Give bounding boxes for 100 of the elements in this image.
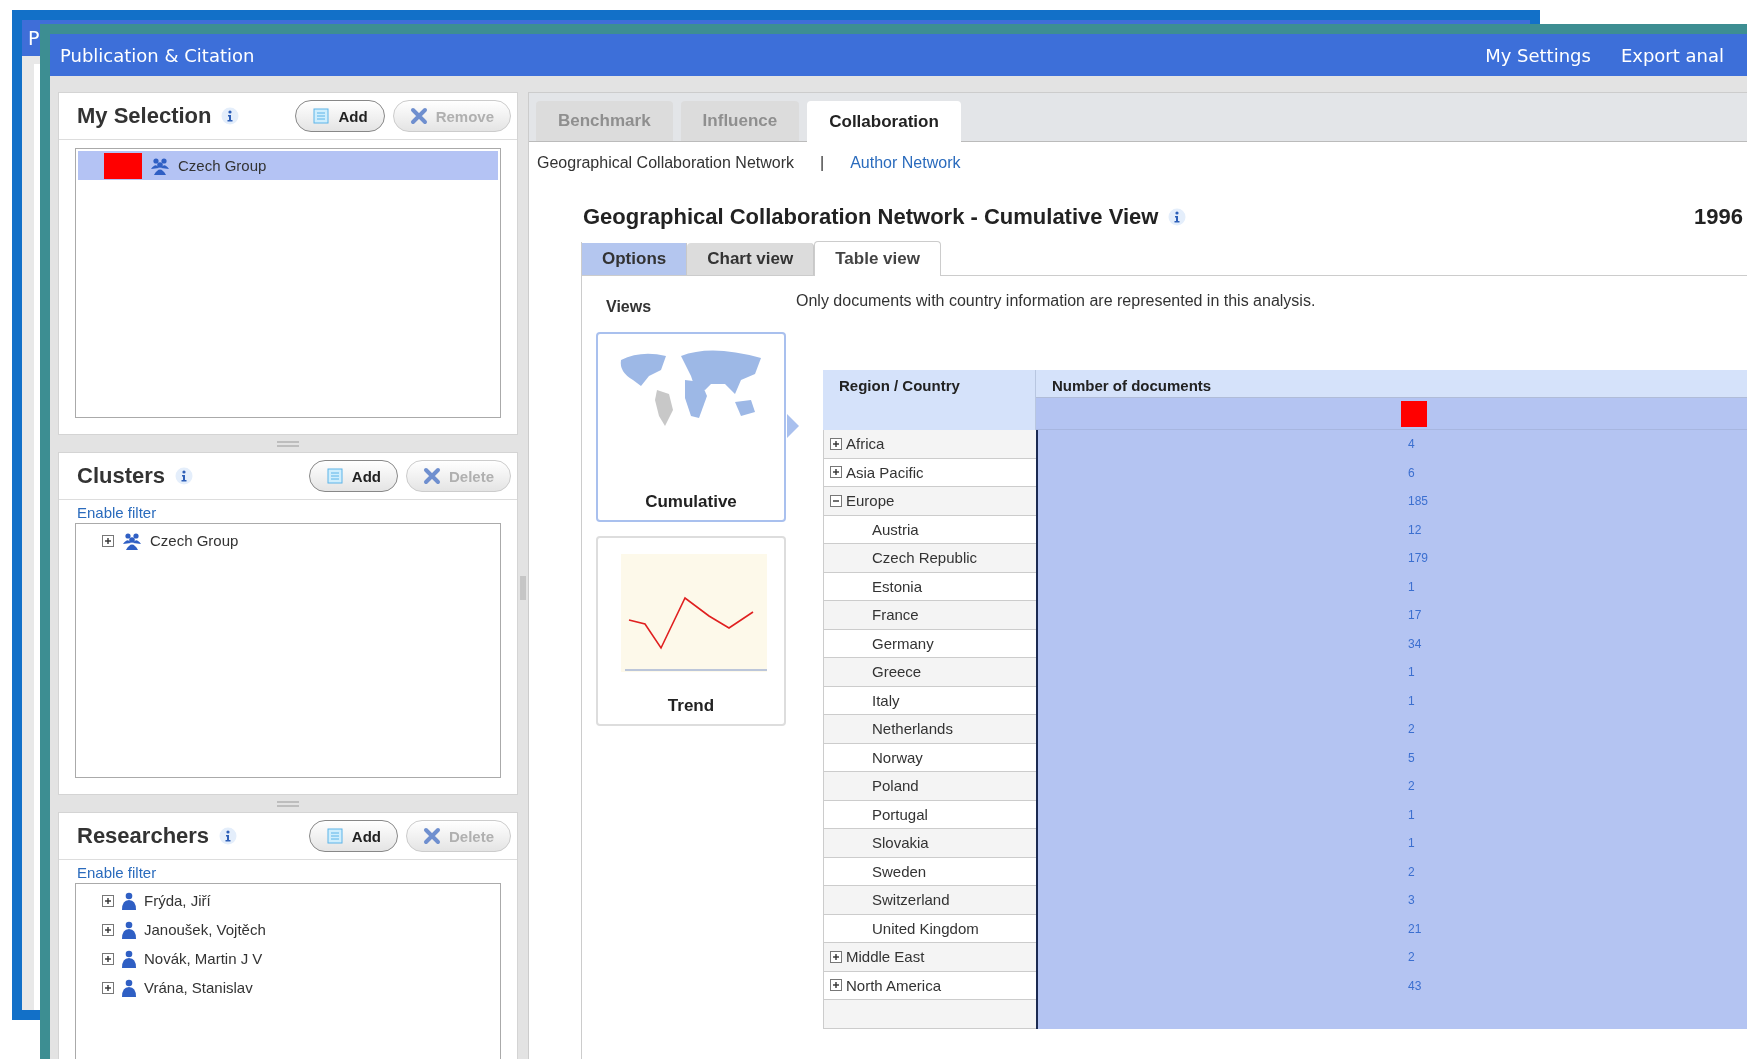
list-item[interactable]: Frýda, Jiří <box>78 886 498 915</box>
panel-title: Researchers <box>77 823 210 849</box>
table-cell: 1 <box>1408 665 1415 680</box>
table-cell: Austria <box>823 515 1036 544</box>
view-tab[interactable]: Chart view <box>687 243 815 275</box>
add-button[interactable]: Add <box>308 820 398 852</box>
table-cell: 1 <box>1408 579 1415 594</box>
list-icon <box>312 107 331 125</box>
expand-icon[interactable] <box>102 952 114 965</box>
info-text: Only documents with country information are represented in this analysis. <box>796 292 1317 310</box>
list-item[interactable]: Novák, Martin J V <box>78 944 498 973</box>
table-cell: Slovakia <box>823 829 1036 858</box>
table-cell: 2 <box>1408 779 1415 794</box>
table-cell: Portugal <box>823 800 1036 829</box>
window-title: P <box>28 27 40 49</box>
subnav-link[interactable]: Author Network <box>850 154 961 172</box>
view-tab[interactable]: Table view <box>814 241 941 276</box>
views-title: Views <box>606 298 653 316</box>
group-icon <box>150 156 170 175</box>
table-cell: Sweden <box>823 857 1036 886</box>
table-cell[interactable]: North America <box>823 971 1036 1000</box>
view-thumbnail[interactable]: Trend <box>596 536 786 726</box>
info-icon[interactable] <box>175 467 194 485</box>
table-cell: 21 <box>1408 921 1422 936</box>
table-cell[interactable]: Europe <box>823 487 1036 516</box>
expand-icon[interactable] <box>102 894 114 907</box>
tab[interactable]: Collaboration <box>807 101 961 142</box>
window-title: Publication & Citation <box>60 44 255 66</box>
menu-link[interactable]: Export anal <box>1620 44 1724 66</box>
options-tab[interactable]: Options <box>582 243 688 275</box>
info-icon[interactable] <box>1168 208 1187 226</box>
table-cell: 43 <box>1408 978 1422 993</box>
grip-icon[interactable] <box>277 800 299 807</box>
person-icon <box>122 891 136 910</box>
cross-icon <box>422 467 441 485</box>
list-item[interactable]: Vrána, Stanislav <box>78 973 498 1002</box>
person-icon <box>122 978 136 997</box>
table-cell: 17 <box>1408 608 1422 623</box>
list-item[interactable]: Czech Group <box>78 151 498 180</box>
table-cell: 6 <box>1408 465 1415 480</box>
table-cell: Switzerland <box>823 886 1036 915</box>
info-icon[interactable] <box>221 107 240 125</box>
panel-title: My Selection <box>77 103 212 129</box>
add-button[interactable]: Add <box>308 460 398 492</box>
expand-icon[interactable] <box>830 950 842 963</box>
expand-icon[interactable] <box>830 494 842 507</box>
column-header: Number of documents <box>1036 370 1747 398</box>
table-cell: 2 <box>1408 864 1415 879</box>
grip-icon[interactable] <box>520 576 526 600</box>
expand-icon[interactable] <box>102 981 114 994</box>
table-cell[interactable]: Asia Pacific <box>823 458 1036 487</box>
menu-link[interactable]: My Settings <box>1485 44 1591 66</box>
table-cell: 179 <box>1408 551 1429 566</box>
table-cell: 5 <box>1408 750 1415 765</box>
list-icon <box>325 467 344 485</box>
person-icon <box>122 920 136 939</box>
list-icon <box>325 827 344 845</box>
section-heading: Geographical Collaboration Network - Cumulative View <box>583 204 1159 230</box>
pointer-arrow-icon <box>787 414 799 438</box>
filter-link[interactable]: Enable filter <box>77 864 157 881</box>
cross-icon <box>409 107 428 125</box>
table-cell: 1 <box>1408 807 1415 822</box>
table-cell: Netherlands <box>823 715 1036 744</box>
panel-title: Clusters <box>77 463 166 489</box>
subnav-link[interactable]: Geographical Collaboration Network <box>537 154 795 172</box>
filter-link[interactable]: Enable filter <box>77 504 157 521</box>
expand-icon[interactable] <box>830 437 842 450</box>
group-icon <box>122 531 142 550</box>
period-label: 1996 <box>1694 204 1743 230</box>
add-button[interactable]: Add <box>295 100 385 132</box>
table-cell: Poland <box>823 772 1036 801</box>
expand-icon[interactable] <box>830 979 842 992</box>
info-icon[interactable] <box>219 827 238 845</box>
grip-icon[interactable] <box>277 440 299 447</box>
table-cell: United Kingdom <box>823 914 1036 943</box>
table-cell[interactable]: Middle East <box>823 943 1036 972</box>
table-cell: Greece <box>823 658 1036 687</box>
table-cell: France <box>823 601 1036 630</box>
table-cell: Czech Republic <box>823 544 1036 573</box>
table-cell: 4 <box>1408 437 1415 452</box>
person-icon <box>122 949 136 968</box>
list-item[interactable]: Czech Group <box>78 526 498 555</box>
table-cell: 2 <box>1408 722 1415 737</box>
expand-icon[interactable] <box>102 923 114 936</box>
table-cell[interactable]: Africa <box>823 430 1036 459</box>
table-cell: Germany <box>823 629 1036 658</box>
view-thumbnail[interactable]: Cumulative <box>596 332 786 522</box>
table-cell: 1 <box>1408 693 1415 708</box>
separator: | <box>820 154 825 172</box>
table-cell: 3 <box>1408 893 1415 908</box>
table-cell: Norway <box>823 743 1036 772</box>
column-header: Region / Country <box>823 370 1036 430</box>
table-cell: Italy <box>823 686 1036 715</box>
cross-icon <box>422 827 441 845</box>
table-cell: 2 <box>1408 950 1415 965</box>
table-cell: 1 <box>1408 836 1415 851</box>
expand-icon[interactable] <box>830 466 842 479</box>
expand-icon[interactable] <box>102 534 114 547</box>
list-item[interactable]: Janoušek, Vojtěch <box>78 915 498 944</box>
table-cell: 34 <box>1408 636 1422 651</box>
